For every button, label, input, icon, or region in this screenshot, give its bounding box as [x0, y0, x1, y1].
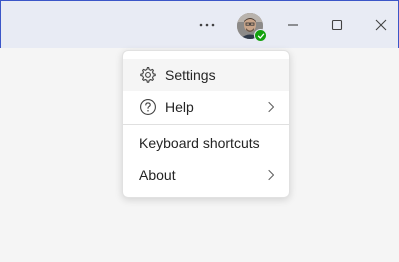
chevron-right-icon — [268, 101, 275, 113]
check-icon — [257, 33, 264, 39]
maximize-icon — [331, 19, 343, 31]
close-icon — [375, 19, 387, 31]
more-options-menu: Settings Help Keyboard shortcuts About — [122, 50, 290, 198]
avatar[interactable] — [237, 13, 267, 42]
menu-item-label: Help — [165, 99, 194, 115]
minimize-button[interactable] — [279, 11, 307, 39]
menu-item-about[interactable]: About — [123, 159, 289, 191]
title-bar — [0, 0, 399, 48]
close-button[interactable] — [367, 11, 395, 39]
presence-available-badge — [254, 29, 267, 42]
menu-item-help[interactable]: Help — [123, 91, 289, 123]
gear-icon — [139, 66, 157, 84]
menu-item-label: About — [139, 167, 176, 183]
menu-item-label: Keyboard shortcuts — [139, 135, 260, 151]
chevron-right-icon — [268, 169, 275, 181]
more-options-button[interactable] — [195, 13, 219, 37]
help-circle-icon — [139, 98, 157, 116]
maximize-button[interactable] — [323, 11, 351, 39]
menu-item-settings[interactable]: Settings — [123, 59, 289, 91]
ellipsis-icon — [199, 23, 215, 27]
minimize-icon — [288, 24, 298, 26]
menu-item-label: Settings — [165, 67, 216, 83]
menu-item-keyboard-shortcuts[interactable]: Keyboard shortcuts — [123, 127, 289, 159]
menu-divider — [123, 124, 289, 125]
